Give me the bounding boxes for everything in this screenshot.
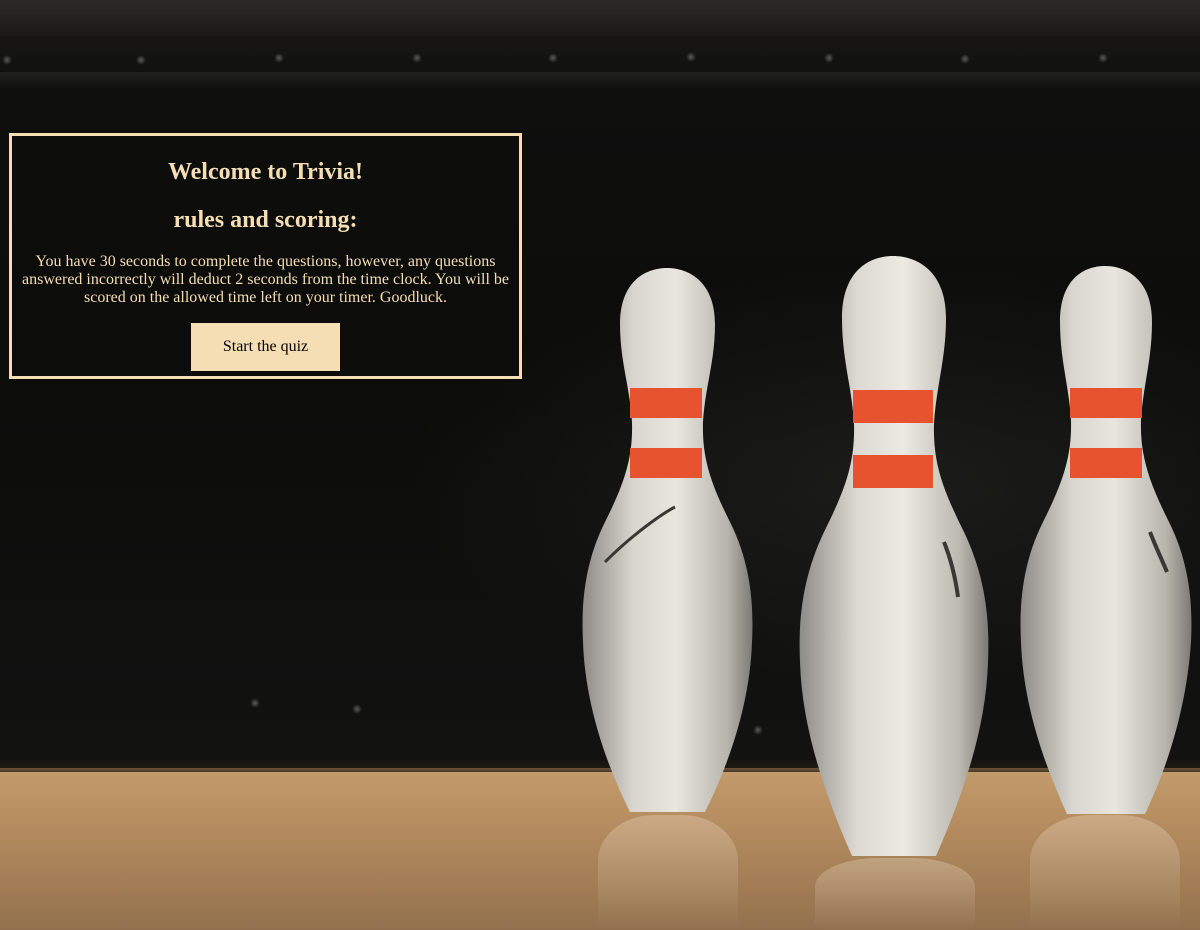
pin-reflection: [598, 815, 738, 930]
start-quiz-button[interactable]: Start the quiz: [191, 323, 340, 371]
background-light: [824, 53, 834, 63]
background-light: [2, 55, 12, 65]
welcome-title: Welcome to Trivia!: [167, 159, 364, 185]
background-light: [686, 52, 696, 62]
background-light: [274, 53, 284, 63]
background-rail: [0, 72, 1200, 90]
rules-text: You have 30 seconds to complete the ques…: [22, 253, 509, 306]
bowling-pin-left: [582, 268, 753, 812]
pin-reflection: [815, 858, 975, 930]
background-light: [1098, 53, 1108, 63]
rules-panel: Welcome to Trivia! rules and scoring: Yo…: [9, 133, 522, 379]
background-ceiling: [0, 0, 1200, 36]
background-light: [960, 54, 970, 64]
background-light: [352, 704, 362, 714]
background-light: [136, 55, 146, 65]
bowling-pin-right: [1020, 266, 1192, 814]
background-light: [548, 53, 558, 63]
bowling-pin-center: [799, 256, 989, 856]
background-light: [250, 698, 260, 708]
pin-reflection: [1030, 815, 1180, 930]
background-light: [412, 53, 422, 63]
rules-heading: rules and scoring:: [173, 207, 358, 233]
